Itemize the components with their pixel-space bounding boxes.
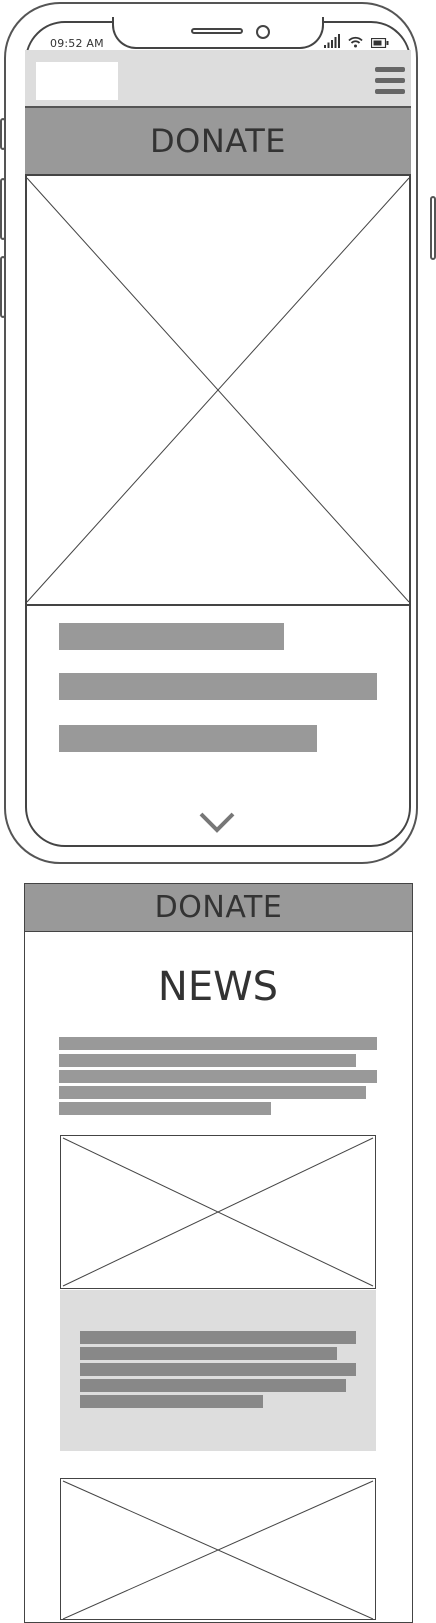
news-card-line-3 xyxy=(80,1363,356,1376)
phone-volume-up xyxy=(0,178,6,240)
news-card-line-1 xyxy=(80,1331,356,1344)
image-placeholder-icon xyxy=(62,1480,374,1619)
chevron-down-icon[interactable] xyxy=(197,810,237,834)
phone-mute-switch xyxy=(0,118,6,150)
news-card-line-2 xyxy=(80,1347,337,1360)
news-intro-line-3 xyxy=(59,1070,377,1083)
news-card-line-5 xyxy=(80,1395,263,1408)
phone-power-button xyxy=(430,196,436,260)
hamburger-menu-icon[interactable] xyxy=(375,67,405,95)
status-time: 09:52 AM xyxy=(50,37,104,50)
camera-icon xyxy=(256,25,270,39)
logo-placeholder[interactable] xyxy=(36,62,118,100)
news-title: NEWS xyxy=(157,964,279,1010)
hero-text-line-1 xyxy=(59,623,284,650)
donate-button[interactable]: DONATE xyxy=(25,108,411,176)
news-card-line-4 xyxy=(80,1379,346,1392)
hero-image-placeholder xyxy=(25,176,411,606)
news-intro-line-2 xyxy=(59,1054,356,1067)
status-icons xyxy=(324,34,389,48)
battery-icon xyxy=(371,38,389,48)
news-intro-line-1 xyxy=(59,1037,377,1050)
news-card-image-placeholder xyxy=(60,1135,376,1289)
news-intro-line-4 xyxy=(59,1086,366,1099)
hero-text-line-2 xyxy=(59,673,377,700)
speaker-icon xyxy=(191,28,243,34)
signal-icon xyxy=(324,34,340,48)
news-intro-line-5 xyxy=(59,1102,271,1115)
image-placeholder-icon xyxy=(62,1137,374,1287)
phone-volume-down xyxy=(0,256,6,318)
donate-button-secondary[interactable]: DONATE xyxy=(25,884,412,932)
image-placeholder-icon xyxy=(26,177,410,603)
hero-text-line-3 xyxy=(59,725,317,752)
wifi-icon xyxy=(348,36,363,48)
news-card-2-image-placeholder xyxy=(60,1478,376,1620)
